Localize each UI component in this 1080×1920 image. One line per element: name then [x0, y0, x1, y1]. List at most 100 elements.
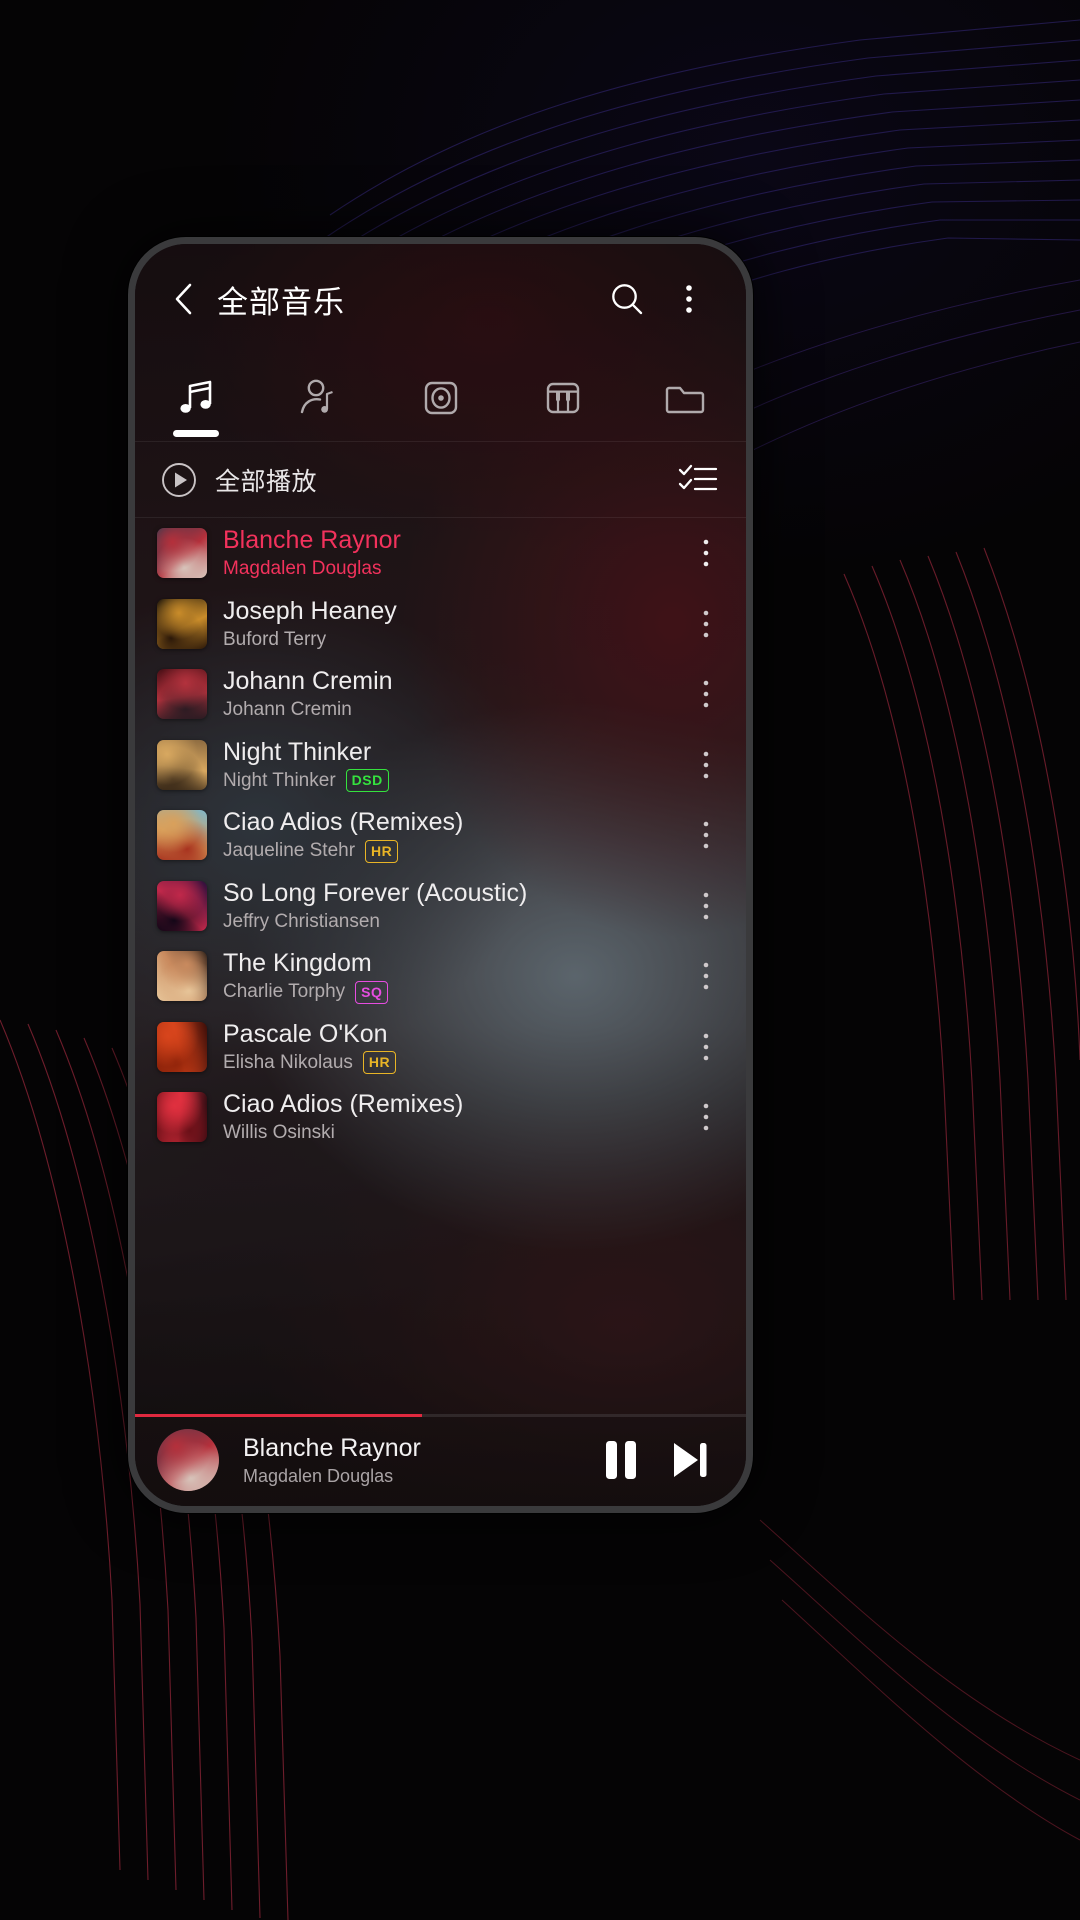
song-artist: Jeffry Christiansen — [223, 910, 380, 932]
artwork-image — [157, 739, 207, 790]
song-meta: So Long Forever (Acoustic) Jeffry Christi… — [223, 878, 684, 934]
song-meta: The Kingdom Charlie Torphy SQ — [223, 948, 684, 1004]
phone-screen: 全部音乐 全部播放 Blanche Raynor Magdalen Dougla… — [135, 244, 746, 1506]
song-artist: Buford Terry — [223, 628, 327, 650]
song-more-button[interactable] — [684, 878, 728, 934]
multi-select-button[interactable] — [674, 456, 722, 504]
song-row[interactable]: Joseph Heaney Buford Terry — [135, 589, 746, 660]
pause-button[interactable] — [590, 1429, 652, 1491]
song-row[interactable]: Blanche Raynor Magdalen Douglas — [135, 518, 746, 589]
next-track-button[interactable] — [658, 1429, 720, 1491]
checklist-icon — [678, 464, 718, 490]
song-title: Johann Cremin — [223, 667, 393, 696]
song-subline: Johann Cremin — [223, 698, 684, 722]
song-meta: Ciao Adios (Remixes) Willis Osinski — [223, 1089, 684, 1145]
back-button[interactable] — [157, 272, 211, 326]
song-title: Ciao Adios (Remixes) — [223, 1090, 464, 1119]
song-row[interactable]: Pascale O'Kon Elisha Nikolaus HR — [135, 1012, 746, 1083]
more-vertical-icon — [703, 1103, 709, 1131]
now-playing-info[interactable]: Blanche Raynor Magdalen Douglas — [243, 1433, 590, 1488]
more-vertical-icon — [703, 539, 709, 567]
more-vertical-icon — [703, 680, 709, 708]
song-more-button[interactable] — [684, 807, 728, 863]
tab-folders[interactable] — [624, 354, 746, 441]
more-vertical-icon — [703, 821, 709, 849]
artwork-image — [157, 1021, 207, 1072]
song-more-button[interactable] — [684, 596, 728, 652]
song-more-button[interactable] — [684, 666, 728, 722]
music-note-icon — [180, 380, 212, 413]
artist-icon — [301, 379, 334, 413]
artwork-image — [157, 598, 207, 649]
song-more-button[interactable] — [684, 737, 728, 793]
play-all-bar[interactable]: 全部播放 — [135, 442, 746, 518]
song-artwork — [157, 669, 207, 720]
song-meta: Pascale O'Kon Elisha Nikolaus HR — [223, 1019, 684, 1075]
song-more-button[interactable] — [684, 1019, 728, 1075]
artwork-image — [157, 1429, 219, 1491]
music-app: 全部音乐 全部播放 Blanche Raynor Magdalen Dougla… — [135, 244, 746, 1506]
song-artist: Johann Cremin — [223, 699, 352, 721]
song-title: Night Thinker — [223, 737, 372, 766]
song-row[interactable]: Ciao Adios (Remixes) Willis Osinski — [135, 1082, 746, 1153]
song-artwork — [157, 880, 207, 931]
song-row[interactable]: Ciao Adios (Remixes) Jaqueline Stehr HR — [135, 800, 746, 871]
chevron-left-icon — [175, 283, 192, 315]
artwork-image — [157, 1092, 207, 1143]
now-playing-bar[interactable]: Blanche Raynor Magdalen Douglas — [135, 1414, 746, 1506]
song-meta: Blanche Raynor Magdalen Douglas — [223, 525, 684, 581]
song-more-button[interactable] — [684, 948, 728, 1004]
more-vertical-icon — [703, 892, 709, 920]
song-more-button[interactable] — [684, 525, 728, 581]
song-subline: Night Thinker DSD — [223, 769, 684, 793]
more-vertical-icon — [703, 1033, 709, 1061]
artwork-image — [157, 880, 207, 931]
active-tab-indicator — [173, 430, 220, 437]
song-artwork — [157, 598, 207, 649]
song-list[interactable]: Blanche Raynor Magdalen Douglas Joseph Hea… — [135, 518, 746, 1414]
tab-artists[interactable] — [257, 354, 379, 441]
song-subline: Elisha Nikolaus HR — [223, 1051, 684, 1075]
song-title: Blanche Raynor — [223, 526, 401, 555]
song-title: Pascale O'Kon — [223, 1019, 388, 1048]
album-disc-icon — [424, 381, 457, 414]
song-row[interactable]: Night Thinker Night Thinker DSD — [135, 730, 746, 801]
tab-songs[interactable] — [135, 354, 257, 441]
search-icon — [612, 284, 643, 315]
song-row[interactable]: So Long Forever (Acoustic) Jeffry Christi… — [135, 871, 746, 942]
piano-keys-icon — [546, 382, 579, 413]
song-subline: Jeffry Christiansen — [223, 910, 684, 934]
more-vertical-icon — [703, 751, 709, 779]
song-artwork — [157, 1021, 207, 1072]
song-row[interactable]: Johann Cremin Johann Cremin — [135, 659, 746, 730]
playback-progress-track[interactable] — [135, 1414, 746, 1417]
song-artist: Charlie Torphy — [223, 981, 346, 1003]
tab-albums[interactable] — [379, 354, 501, 441]
artwork-image — [157, 669, 207, 720]
artwork-image — [157, 810, 207, 861]
more-options-button[interactable] — [658, 268, 720, 330]
song-subline: Willis Osinski — [223, 1121, 684, 1145]
quality-badge: HR — [365, 839, 399, 863]
song-meta: Night Thinker Night Thinker DSD — [223, 737, 684, 793]
song-subline: Magdalen Douglas — [223, 557, 684, 581]
song-meta: Ciao Adios (Remixes) Jaqueline Stehr HR — [223, 807, 684, 863]
song-title: Joseph Heaney — [223, 596, 397, 625]
song-more-button[interactable] — [684, 1089, 728, 1145]
song-row[interactable]: The Kingdom Charlie Torphy SQ — [135, 941, 746, 1012]
library-tab-bar — [135, 354, 746, 442]
play-circle-icon — [162, 462, 196, 497]
song-meta: Johann Cremin Johann Cremin — [223, 666, 684, 722]
app-header: 全部音乐 — [135, 244, 746, 354]
tab-genres[interactable] — [502, 354, 624, 441]
playback-progress-fill — [135, 1414, 423, 1417]
song-artist: Night Thinker — [223, 769, 336, 791]
now-playing-artwork[interactable] — [157, 1429, 219, 1491]
now-playing-title: Blanche Raynor — [243, 1433, 421, 1462]
search-button[interactable] — [596, 268, 658, 330]
phone-device-frame: 全部音乐 全部播放 Blanche Raynor Magdalen Dougla… — [128, 237, 753, 1513]
song-artwork — [157, 951, 207, 1002]
song-artist: Jaqueline Stehr — [223, 840, 356, 862]
song-subline: Jaqueline Stehr HR — [223, 839, 684, 863]
play-all-button[interactable] — [157, 458, 201, 502]
